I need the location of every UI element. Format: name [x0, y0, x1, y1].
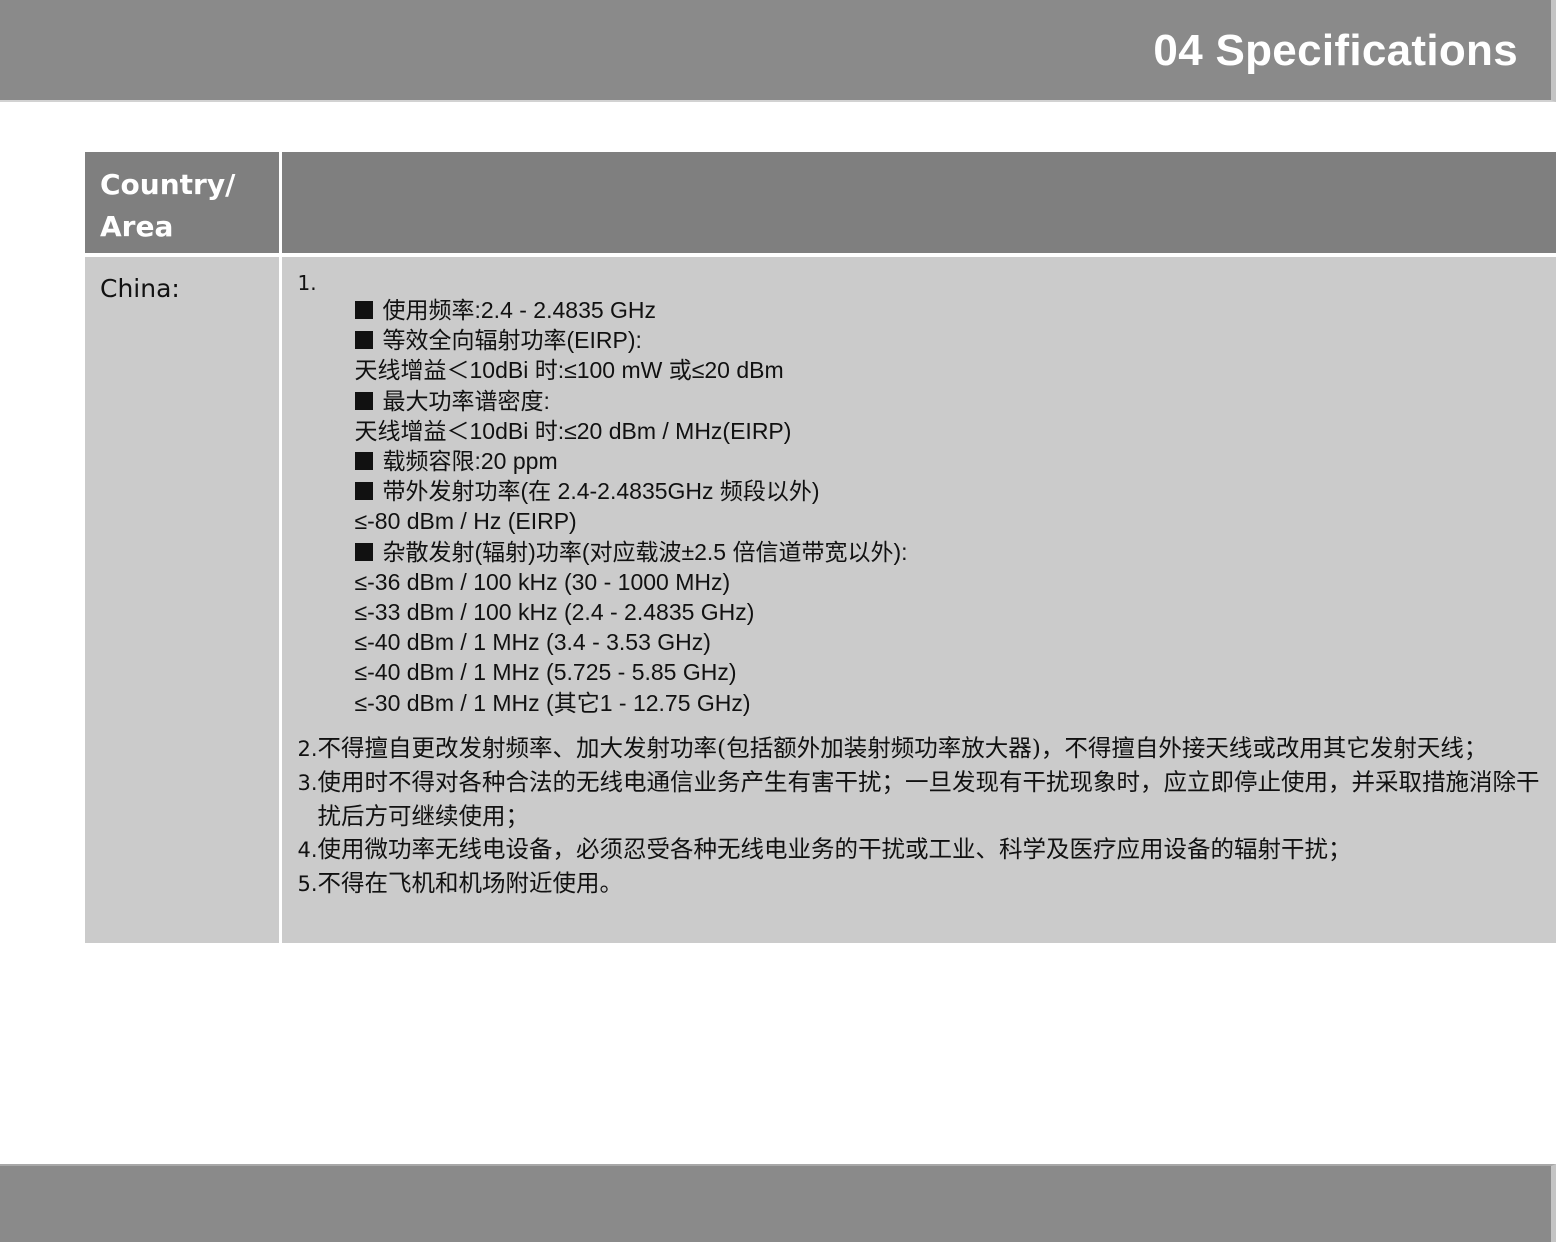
note-item: 3.使用时不得对各种合法的无线电通信业务产生有害干扰；一旦发现有干扰现象时，应立…: [298, 766, 1543, 833]
regulation-cell: 1. 使用频率:2.4 - 2.4835 GHz 等效全向辐射功率(EIRP): 天…: [280, 257, 1556, 943]
note-item: 4.使用微功率无线电设备，必须忍受各种无线电业务的干扰或工业、科学及医疗应用设备…: [298, 833, 1543, 867]
note-number: 5.: [298, 872, 318, 896]
spec-text: ≤-30 dBm / 1 MHz (其它1 - 12.75 GHz): [355, 690, 751, 716]
spec-line: 等效全向辐射功率(EIRP):: [355, 325, 1556, 355]
spec-text: 最大功率谱密度:: [383, 388, 550, 414]
column-header-line: Country/: [100, 164, 279, 206]
spec-table: Country/ Area China: 1. 使用频率:2.4 - 2.483…: [85, 152, 1556, 943]
note-number: 4.: [298, 838, 318, 862]
column-header-country-area: Country/ Area: [85, 152, 280, 253]
notes-list: 2.不得擅自更改发射频率、加大发射功率(包括额外加装射频功率放大器)，不得擅自外…: [298, 732, 1556, 901]
square-bullet-icon: [355, 452, 373, 470]
spec-line: ≤-40 dBm / 1 MHz (5.725 - 5.85 GHz): [355, 657, 1556, 687]
spec-line: 载频容限:20 ppm: [355, 446, 1556, 476]
note-text: 不得在飞机和机场附近使用。: [318, 869, 624, 897]
note-text: 使用微功率无线电设备，必须忍受各种无线电业务的干扰或工业、科学及医疗应用设备的辐…: [318, 835, 1352, 863]
note-item: 2.不得擅自更改发射频率、加大发射功率(包括额外加装射频功率放大器)，不得擅自外…: [298, 732, 1543, 766]
spec-line: 最大功率谱密度:: [355, 386, 1556, 416]
spec-line: ≤-40 dBm / 1 MHz (3.4 - 3.53 GHz): [355, 627, 1556, 657]
table-row: China: 1. 使用频率:2.4 - 2.4835 GHz 等效全向辐射功率(…: [85, 257, 1556, 943]
spec-text: 等效全向辐射功率(EIRP):: [383, 327, 642, 353]
spec-text: 杂散发射(辐射)功率(对应载波±2.5 倍信道带宽以外):: [383, 539, 908, 565]
square-bullet-icon: [355, 331, 373, 349]
spec-text: ≤-36 dBm / 100 kHz (30 - 1000 MHz): [355, 569, 731, 595]
note-item: 5.不得在飞机和机场附近使用。: [298, 867, 1543, 901]
spec-line: 天线增益＜10dBi 时:≤20 dBm / MHz(EIRP): [355, 416, 1556, 446]
spec-line: 天线增益＜10dBi 时:≤100 mW 或≤20 dBm: [355, 355, 1556, 385]
note-text: 使用时不得对各种合法的无线电通信业务产生有害干扰；一旦发现有干扰现象时，应立即停…: [318, 768, 1540, 830]
spec-text: ≤-33 dBm / 100 kHz (2.4 - 2.4835 GHz): [355, 599, 755, 625]
square-bullet-icon: [355, 543, 373, 561]
spec-text: ≤-40 dBm / 1 MHz (3.4 - 3.53 GHz): [355, 629, 711, 655]
square-bullet-icon: [355, 392, 373, 410]
spec-line: 带外发射功率(在 2.4-2.4835GHz 频段以外): [355, 476, 1556, 506]
spec-text: 天线增益＜10dBi 时:≤20 dBm / MHz(EIRP): [355, 418, 792, 444]
spec-text: 带外发射功率(在 2.4-2.4835GHz 频段以外): [383, 478, 820, 504]
note-number: 2.: [298, 737, 318, 761]
spec-list: 使用频率:2.4 - 2.4835 GHz 等效全向辐射功率(EIRP): 天线增益…: [298, 295, 1556, 718]
page-title: 04 Specifications: [1153, 26, 1518, 76]
item-number: 1.: [298, 271, 1556, 295]
country-cell: China:: [85, 257, 280, 943]
spec-line: ≤-33 dBm / 100 kHz (2.4 - 2.4835 GHz): [355, 597, 1556, 627]
square-bullet-icon: [355, 482, 373, 500]
note-text: 不得擅自更改发射频率、加大发射功率(包括额外加装射频功率放大器)，不得擅自外接天…: [318, 734, 1488, 762]
column-header-line: Area: [100, 206, 279, 248]
header-bar: 04 Specifications: [0, 0, 1556, 102]
spec-text: ≤-40 dBm / 1 MHz (5.725 - 5.85 GHz): [355, 659, 737, 685]
spec-line: ≤-30 dBm / 1 MHz (其它1 - 12.75 GHz): [355, 688, 1556, 718]
spec-text: ≤-80 dBm / Hz (EIRP): [355, 508, 577, 534]
note-number: 3.: [298, 771, 318, 795]
spec-text: 载频容限:20 ppm: [383, 448, 558, 474]
square-bullet-icon: [355, 301, 373, 319]
spec-line: ≤-80 dBm / Hz (EIRP): [355, 506, 1556, 536]
footer-bar: [0, 1164, 1556, 1242]
spec-text: 使用频率:2.4 - 2.4835 GHz: [383, 297, 657, 323]
spec-line: 使用频率:2.4 - 2.4835 GHz: [355, 295, 1556, 325]
table-header-row: Country/ Area: [85, 152, 1556, 253]
column-header-details: [280, 152, 1556, 253]
spec-line: ≤-36 dBm / 100 kHz (30 - 1000 MHz): [355, 567, 1556, 597]
spec-line: 杂散发射(辐射)功率(对应载波±2.5 倍信道带宽以外):: [355, 537, 1556, 567]
spec-text: 天线增益＜10dBi 时:≤100 mW 或≤20 dBm: [355, 357, 784, 383]
